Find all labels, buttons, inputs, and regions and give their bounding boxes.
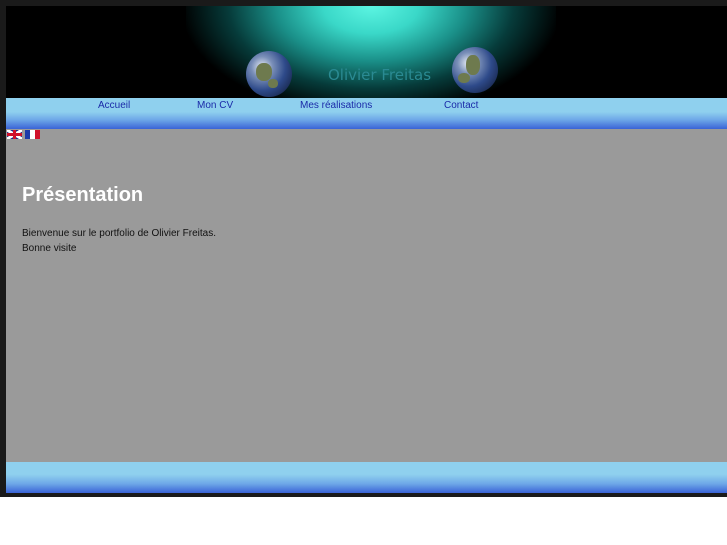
nav-item-contact[interactable]: Contact <box>444 100 478 111</box>
page-title: Présentation <box>22 184 144 206</box>
intro-line-welcome: Bienvenue sur le portfolio de Olivier Fr… <box>22 228 216 239</box>
site-title: Olivier Freitas <box>328 66 432 84</box>
english-flag-icon[interactable] <box>7 130 22 139</box>
page-frame: Olivier Freitas Accueil Mon CV Mes réali… <box>0 0 727 497</box>
site-footer <box>6 462 727 493</box>
main-content: Présentation Bienvenue sur le portfolio … <box>6 129 727 462</box>
site-header: Olivier Freitas <box>6 6 727 98</box>
nav-item-accueil[interactable]: Accueil <box>98 100 130 111</box>
header-glow <box>186 6 556 98</box>
nav-item-mes-realisations[interactable]: Mes réalisations <box>300 100 372 111</box>
intro-line-visit: Bonne visite <box>22 243 77 254</box>
main-nav: Accueil Mon CV Mes réalisations Contact <box>6 98 727 129</box>
globe-right-icon <box>452 47 498 93</box>
intro-text: Bienvenue sur le portfolio de Olivier Fr… <box>22 226 216 256</box>
french-flag-icon[interactable] <box>25 130 40 139</box>
globe-left-icon <box>246 51 292 97</box>
nav-item-mon-cv[interactable]: Mon CV <box>197 100 233 111</box>
